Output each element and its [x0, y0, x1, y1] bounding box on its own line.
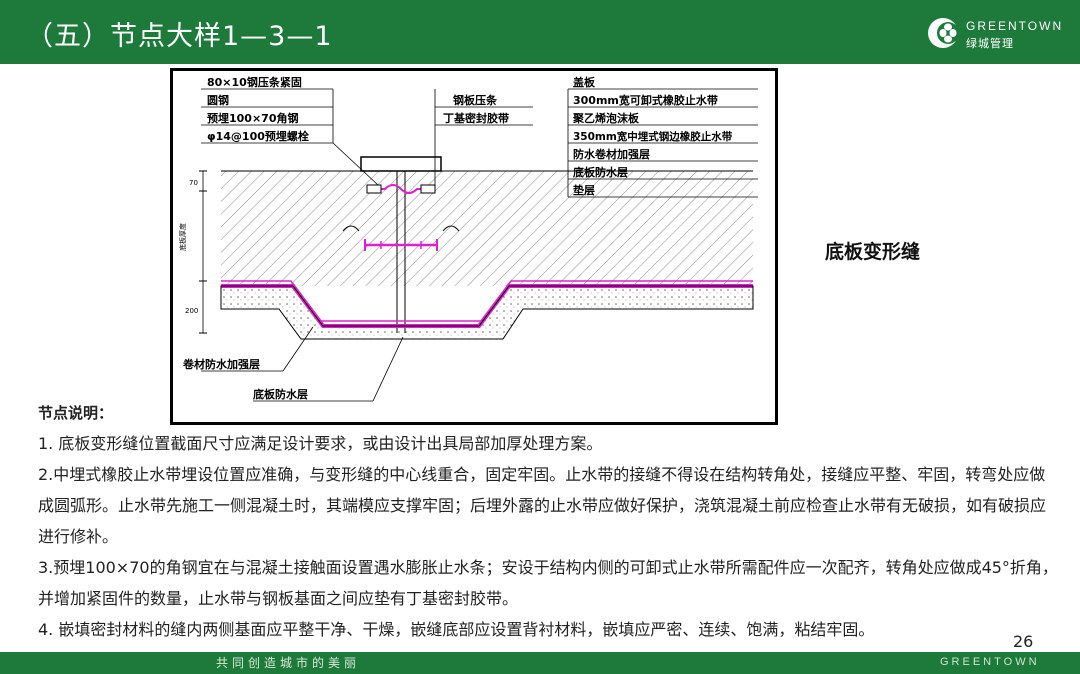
label-angle-steel: 预埋100×70角钢 — [207, 111, 299, 125]
footer-brand: GREENTOWN — [940, 656, 1040, 668]
page-number: 26 — [1013, 632, 1034, 651]
footer-bar: 共同创造城市的美丽 GREENTOWN — [0, 652, 1080, 674]
dim-200: 200 — [185, 307, 198, 315]
note-item: 2.中埋式橡胶止水带埋设位置应准确，与变形缝的中心线重合，固定牢固。止水带的接缝… — [38, 465, 1047, 546]
logo-brand-text: GREENTOWN — [966, 19, 1064, 33]
label-cover-plate: 盖板 — [573, 75, 596, 89]
note-item: 3.预埋100×70的角钢宜在与混凝土接触面设置遇水膨胀止水条；安设于结构内侧的… — [38, 558, 1058, 608]
cover-plate — [360, 156, 442, 172]
cad-detail-drawing: 70 底板厚度 200 80×10钢压条紧固 圆钢 预埋100×70角钢 φ14… — [170, 68, 778, 425]
label-bolt: φ14@100预埋螺栓 — [207, 129, 309, 143]
label-butyl-tape: 丁基密封胶带 — [443, 111, 509, 125]
notes-heading: 节点说明： — [38, 404, 114, 422]
label-bottom-membrane-reinforce: 卷材防水加强层 — [182, 357, 260, 371]
label-foam-board: 聚乙烯泡沫板 — [572, 111, 640, 125]
label-cushion: 垫层 — [573, 183, 595, 197]
label-embedded-waterstop: 350mm宽中埋式钢边橡胶止水带 — [573, 130, 733, 143]
angle-steel-right — [420, 184, 436, 194]
note-item: 1. 底板变形缝位置截面尺寸应满足设计要求，或由设计出具局部加厚处理方案。 — [38, 434, 603, 453]
concrete-slab — [221, 171, 753, 286]
company-logo: GREENTOWN 绿城管理 — [926, 13, 1066, 53]
footer-slogan: 共同创造城市的美丽 — [216, 656, 361, 670]
page-title: （五）节点大样1—3—1 — [26, 21, 333, 52]
label-round-bar: 圆钢 — [207, 93, 229, 107]
drawing-caption: 底板变形缝 — [825, 241, 921, 263]
label-steel-strip: 80×10钢压条紧固 — [207, 75, 302, 89]
note-item: 4. 嵌填密封材料的缝内两侧基面应平整干净、干燥，嵌缝底部应设置背衬材料，嵌填应… — [38, 620, 875, 639]
label-steel-pressure-strip: 钢板压条 — [453, 93, 498, 107]
dim-70: 70 — [189, 179, 198, 187]
label-removable-waterstop: 300mm宽可卸式橡胶止水带 — [573, 93, 718, 107]
dim-slab-thickness: 底板厚度 — [178, 223, 187, 251]
label-bottom-waterproof: 底板防水层 — [253, 387, 308, 401]
notes-section: 节点说明： 1. 底板变形缝位置截面尺寸应满足设计要求，或由设计出具局部加厚处理… — [38, 402, 1058, 645]
header-bar: （五）节点大样1—3—1 GREENTOWN 绿城管理 — [0, 0, 1080, 64]
label-membrane-reinforce: 防水卷材加强层 — [573, 147, 650, 161]
greentown-leaf-icon — [928, 18, 959, 48]
angle-steel-left — [366, 184, 382, 194]
label-floor-waterproof: 底板防水层 — [573, 165, 628, 179]
logo-sub-text: 绿城管理 — [966, 37, 1014, 50]
